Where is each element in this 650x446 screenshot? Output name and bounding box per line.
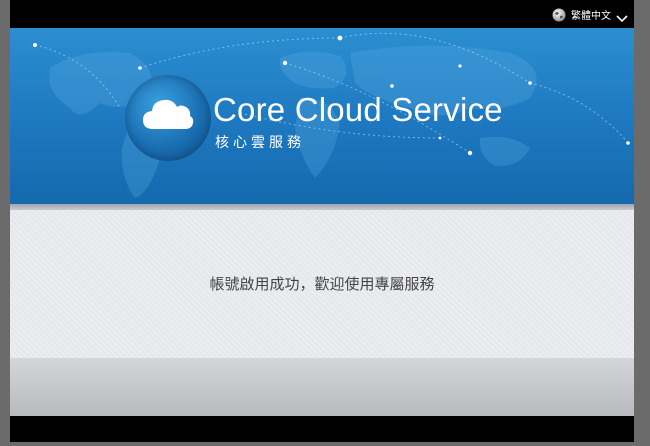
chevron-down-icon[interactable] (616, 9, 628, 23)
language-selector[interactable]: 繁體中文 (552, 6, 628, 23)
globe-icon (552, 7, 566, 22)
header-banner: Core Cloud Service 核心雲服務 (10, 28, 634, 204)
cloud-icon (143, 99, 194, 129)
cloud-logo (125, 75, 211, 161)
language-label: 繁體中文 (571, 10, 611, 22)
activation-message: 帳號啟用成功，歡迎使用專屬服務 (209, 275, 435, 293)
top-bar: 繁體中文 (10, 0, 634, 28)
main-content: 帳號啟用成功，歡迎使用專屬服務 (10, 210, 634, 358)
service-title: Core Cloud Service (213, 91, 503, 128)
app-window: 繁體中文 Core Cloud Service 核心雲服務 帳號啟用成功，歡迎使… (0, 0, 650, 446)
bottom-bar (10, 416, 634, 442)
footer (10, 358, 634, 416)
service-subtitle: 核心雲服務 (215, 135, 305, 151)
